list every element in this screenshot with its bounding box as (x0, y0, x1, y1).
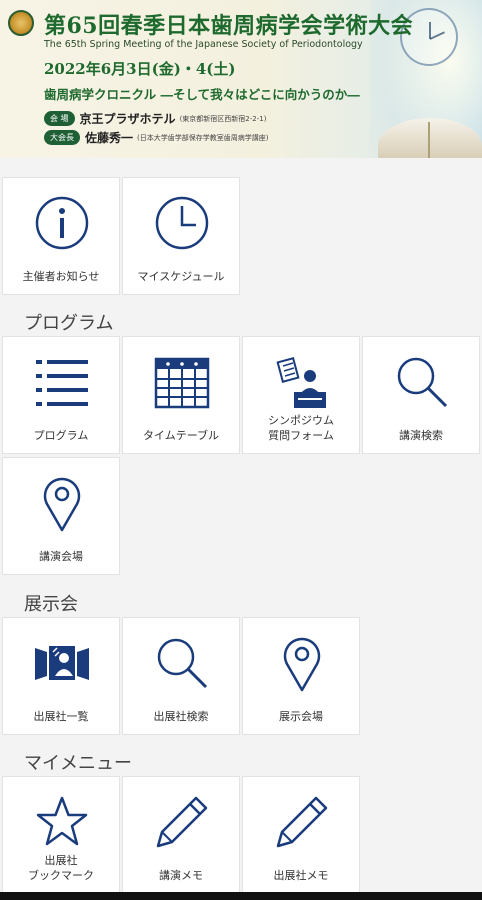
venue-label-badge: 会 場 (44, 111, 75, 126)
tile-label: マイスケジュール (137, 270, 225, 283)
chair-affiliation: (日本大学歯学部保存学教室歯周病学講座) (137, 133, 269, 142)
venue-address: (東京都新宿区西新宿2-2-1) (179, 114, 267, 123)
tile-label: シンポジウム 質問フォーム (268, 414, 334, 442)
tile-label: 出展社 ブックマーク (28, 854, 94, 882)
chair-name: 佐藤秀一 (85, 131, 134, 145)
banner-chair-row: 大会長 佐藤秀一 (日本大学歯学部保存学教室歯周病学講座) (44, 129, 268, 146)
tile-exhibitor-list[interactable]: 出展社一覧 (2, 617, 120, 735)
search-icon (363, 337, 481, 427)
banner-venue-row: 会 場 京王プラザホテル (東京都新宿区西新宿2-2-1) (44, 110, 266, 127)
tile-symposium-question-form[interactable]: シンポジウム 質問フォーム (242, 336, 360, 454)
tile-label: 講演メモ (159, 869, 203, 882)
banner-theme: 歯周病学クロニクル ―そして我々はどこに向かうのか― (44, 87, 360, 102)
section-heading-my-menu: マイメニュー (24, 753, 132, 774)
tile-exhibitor-bookmark[interactable]: 出展社 ブックマーク (2, 776, 120, 894)
info-icon (3, 178, 121, 268)
tile-timetable[interactable]: タイムテーブル (122, 336, 240, 454)
tile-label: タイムテーブル (142, 429, 220, 442)
section-heading-exhibition: 展示会 (24, 594, 78, 615)
tile-lecture-search[interactable]: 講演検索 (362, 336, 480, 454)
society-logo-icon (8, 10, 34, 36)
tile-exhibitor-memo[interactable]: 出展社メモ (242, 776, 360, 894)
banner-subtitle: The 65th Spring Meeting of the Japanese … (44, 39, 363, 50)
search-icon (123, 618, 241, 708)
pencil-icon (123, 777, 241, 867)
event-banner: 第65回春季日本歯周病学会学術大会 The 65th Spring Meetin… (0, 0, 482, 158)
tile-lecture-memo[interactable]: 講演メモ (122, 776, 240, 894)
section-heading-program: プログラム (24, 313, 114, 334)
clock-icon (123, 178, 241, 268)
tile-my-schedule[interactable]: マイスケジュール (122, 177, 240, 295)
tile-label: 出展社一覧 (33, 710, 89, 723)
system-navigation-bar (0, 892, 482, 900)
tile-label: 展示会場 (279, 710, 323, 723)
tile-organizer-notice[interactable]: 主催者お知らせ (2, 177, 120, 295)
tile-label: 講演会場 (39, 550, 83, 563)
map-pin-icon (243, 618, 361, 708)
tile-label: 講演検索 (399, 429, 443, 442)
tile-program[interactable]: プログラム (2, 336, 120, 454)
tile-lecture-venue[interactable]: 講演会場 (2, 457, 120, 575)
chair-label-badge: 大会長 (44, 130, 80, 145)
venue-name: 京王プラザホテル (79, 112, 176, 126)
tile-label: プログラム (33, 429, 89, 442)
calendar-grid-icon (123, 337, 241, 427)
banner-title: 第65回春季日本歯周病学会学術大会 (44, 13, 414, 39)
exhibit-booth-icon (3, 618, 121, 708)
tile-label: 主催者お知らせ (22, 270, 100, 283)
tile-label: 出展社メモ (273, 869, 329, 882)
map-pin-icon (3, 458, 121, 548)
banner-date: 2022年6月3日(金)・4(土) (44, 60, 236, 78)
list-icon (3, 337, 121, 427)
tile-exhibitor-search[interactable]: 出展社検索 (122, 617, 240, 735)
tile-exhibit-venue[interactable]: 展示会場 (242, 617, 360, 735)
pencil-icon (243, 777, 361, 867)
tile-label: 出展社検索 (153, 710, 209, 723)
